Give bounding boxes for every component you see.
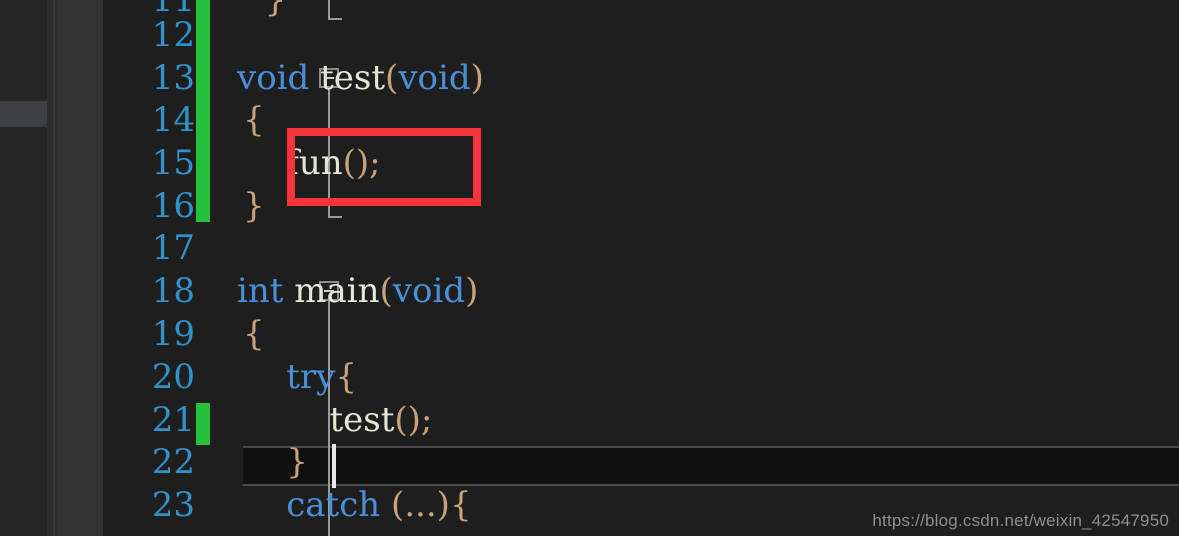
text-caret — [332, 444, 336, 488]
code-text[interactable]: { — [243, 99, 265, 142]
panel-divider-line — [53, 0, 55, 536]
line-number: 12 — [151, 15, 195, 55]
code-editor-window: 11 } 12 13 void test(void) 14{15 fun(); 16} 17… — [0, 0, 1179, 536]
code-token: ... — [404, 485, 437, 525]
code-line[interactable]: 19 { — [103, 313, 1179, 356]
editor-surface[interactable]: 11 } 12 13 void test(void) 14{15 fun(); 16} 17… — [103, 0, 1179, 536]
code-token: { — [243, 314, 265, 354]
code-text[interactable]: { — [243, 313, 265, 356]
code-text[interactable]: try{ — [243, 356, 357, 399]
code-token: ( — [390, 485, 405, 525]
code-line[interactable]: 17 — [103, 227, 1179, 270]
line-number: 18 — [151, 271, 195, 311]
code-token: catch — [286, 485, 381, 525]
code-line[interactable]: 21 test(); — [103, 399, 1179, 442]
panel-divider[interactable] — [47, 0, 57, 536]
minimap-viewport-slider[interactable] — [0, 101, 47, 127]
code-lines[interactable]: 11 } 12 13 void test(void) 14{15 fun(); 16} 17… — [103, 0, 1179, 536]
code-token: ) — [470, 58, 484, 98]
code-text[interactable]: int main(void) — [237, 270, 478, 313]
code-token: { — [243, 100, 265, 140]
minimap-panel[interactable] — [0, 0, 47, 536]
code-token: void — [237, 58, 310, 98]
editor-outer-gutter — [57, 0, 103, 536]
code-token: void — [392, 271, 466, 311]
line-number: 17 — [151, 228, 195, 268]
code-line[interactable]: 20 try{ — [103, 356, 1179, 399]
code-token: ( — [394, 400, 408, 440]
code-text[interactable]: } — [243, 185, 265, 228]
code-token: ) — [465, 271, 479, 311]
code-token: test — [329, 400, 395, 440]
code-token: ) — [436, 485, 450, 525]
code-line[interactable]: 22 } — [103, 441, 1179, 484]
line-number: 22 — [151, 442, 195, 482]
code-text[interactable]: void test(void) — [237, 57, 484, 100]
code-text[interactable]: test(); — [243, 399, 432, 442]
line-number: 16 — [151, 186, 195, 226]
code-token: int — [237, 271, 284, 311]
code-token: ; — [420, 400, 433, 440]
code-line[interactable]: 14 { — [103, 99, 1179, 142]
code-token: } — [286, 442, 308, 482]
code-token: try — [286, 357, 336, 397]
code-token: { — [335, 357, 357, 397]
code-line[interactable]: 18 int main(void) — [103, 270, 1179, 313]
line-number: 19 — [151, 314, 195, 354]
code-token: ( — [379, 271, 393, 311]
watermark-url: https://blog.csdn.net/weixin_42547950 — [872, 511, 1169, 530]
line-number: 13 — [151, 58, 195, 98]
code-token: } — [243, 186, 265, 226]
code-line[interactable]: 15 fun(); — [103, 142, 1179, 185]
code-token: main — [294, 271, 380, 311]
line-number: 20 — [151, 357, 195, 397]
code-text[interactable]: } — [243, 441, 308, 484]
line-number: 14 — [151, 100, 195, 140]
code-text[interactable]: catch (...){ — [243, 484, 472, 527]
line-number: 21 — [151, 400, 195, 440]
code-token: void — [398, 58, 471, 98]
line-number: 15 — [151, 143, 195, 183]
code-line[interactable]: 13 void test(void) — [103, 57, 1179, 100]
code-token: test — [320, 58, 386, 98]
code-token: ) — [407, 400, 421, 440]
line-number: 23 — [151, 485, 195, 525]
code-token: ( — [385, 58, 399, 98]
code-line[interactable]: 16} — [103, 185, 1179, 228]
code-token: { — [449, 485, 472, 525]
code-line[interactable]: 12 — [103, 14, 1179, 57]
red-annotation-box — [287, 128, 481, 206]
